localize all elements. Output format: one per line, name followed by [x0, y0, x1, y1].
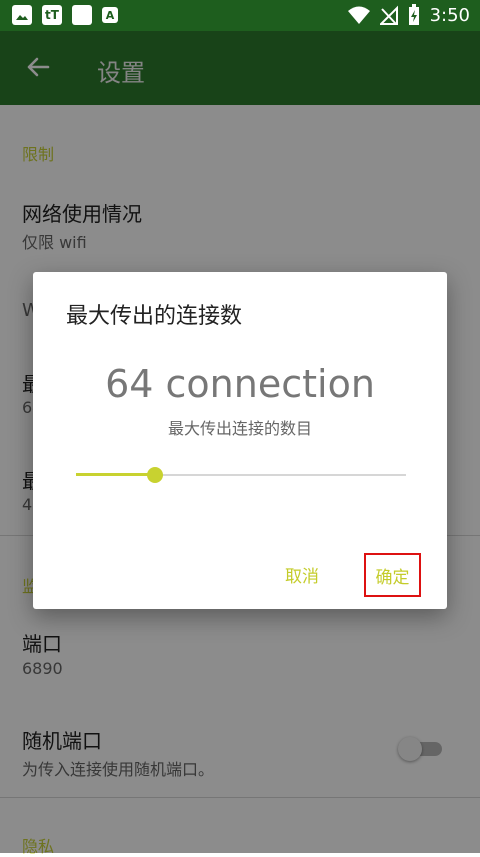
- slider-fill: [76, 473, 155, 476]
- battery-charging-icon: [408, 4, 419, 25]
- status-right-icons: 3:50: [347, 4, 470, 26]
- slider-thumb[interactable]: [147, 467, 163, 483]
- connection-count-value: 64 connection: [105, 362, 375, 406]
- status-time: 3:50: [429, 4, 470, 26]
- image-icon: [12, 5, 32, 25]
- status-left-icons: tT A: [12, 5, 118, 25]
- no-signal-icon: [379, 5, 398, 25]
- dialog-subtitle: 最大传出连接的数目: [167, 419, 312, 438]
- connection-slider[interactable]: [76, 465, 406, 485]
- cancel-button[interactable]: 取消: [285, 562, 319, 587]
- ok-button[interactable]: 确定: [364, 553, 421, 597]
- tt-icon: tT: [42, 5, 62, 25]
- wifi-icon: [347, 6, 370, 24]
- a-icon: A: [102, 7, 118, 23]
- dialog-title: 最大传出的连接数: [66, 304, 243, 329]
- status-bar: tT A 3:50: [0, 0, 480, 31]
- square-icon: [72, 5, 92, 25]
- max-connections-dialog: 最大传出的连接数 64 connection 最大传出连接的数目 取消 确定: [33, 272, 447, 609]
